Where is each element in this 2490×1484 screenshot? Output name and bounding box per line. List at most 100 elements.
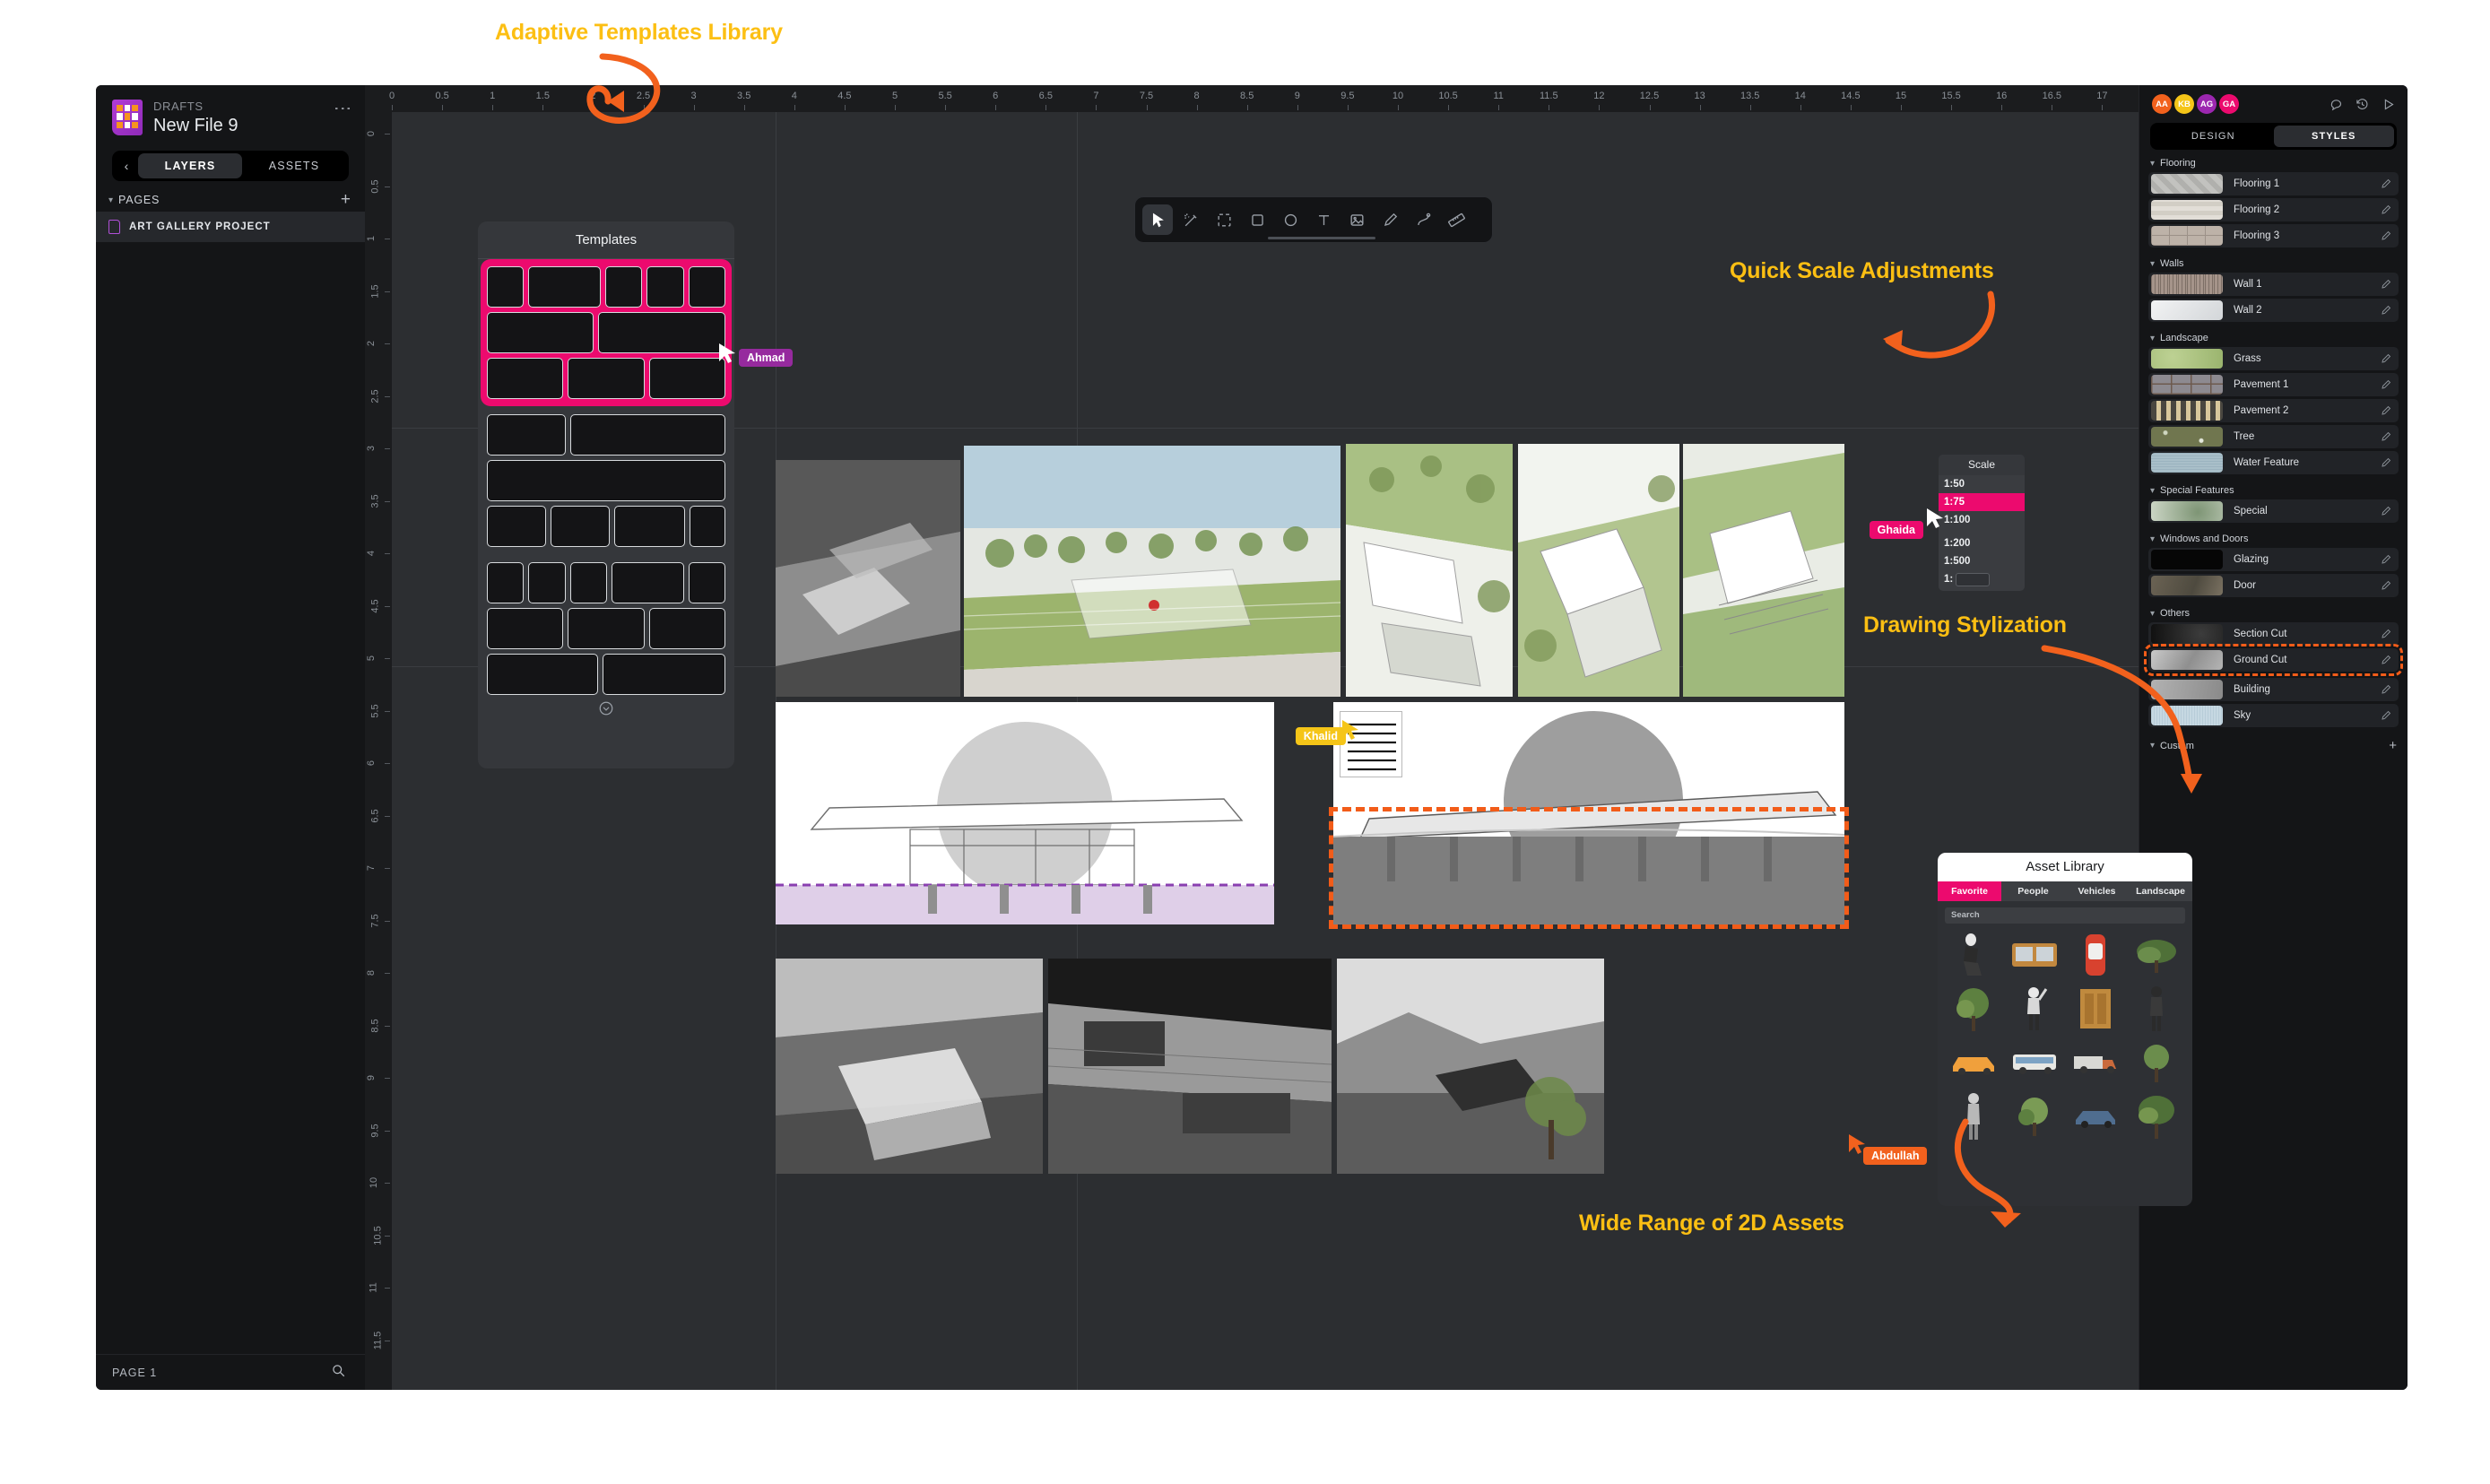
edit-pencil-icon[interactable] <box>2381 405 2391 416</box>
style-group-windows-doors[interactable]: ▾ Windows and Doors <box>2139 525 2408 548</box>
add-custom-style-button[interactable]: + <box>2389 738 2397 753</box>
asset-red-car[interactable] <box>2067 930 2124 980</box>
edit-pencil-icon[interactable] <box>2381 230 2391 241</box>
template-option-1[interactable] <box>481 259 732 406</box>
style-group-landscape[interactable]: ▾ Landscape <box>2139 325 2408 347</box>
edit-pencil-icon[interactable] <box>2381 684 2391 695</box>
scale-custom-input[interactable] <box>1956 572 1991 586</box>
cursor-tool[interactable] <box>1142 204 1173 235</box>
tab-styles[interactable]: STYLES <box>2273 126 2394 147</box>
asset-tab-vehicles[interactable]: Vehicles <box>2065 881 2129 901</box>
scale-custom-row[interactable]: 1: <box>1939 570 2025 591</box>
asset-person-standing[interactable] <box>2128 984 2185 1034</box>
edit-pencil-icon[interactable] <box>2381 279 2391 290</box>
asset-tab-favorite[interactable]: Favorite <box>1938 881 2001 901</box>
asset-sofa[interactable] <box>2006 930 2063 980</box>
avatar-ag[interactable]: AG <box>2197 94 2217 114</box>
artboard-photo-aerial[interactable] <box>776 959 1043 1174</box>
style-item-water-feature[interactable]: Water Feature <box>2148 451 2399 474</box>
templates-expand-button[interactable] <box>478 695 734 729</box>
edit-pencil-icon[interactable] <box>2381 629 2391 639</box>
artboard-aerial-bw[interactable] <box>776 460 960 697</box>
artboard-site-plan-green-1[interactable] <box>1346 444 1513 697</box>
artboard-site-plan-color[interactable] <box>964 446 1340 697</box>
style-item-door[interactable]: Door <box>2148 574 2399 597</box>
style-item-wall-1[interactable]: Wall 1 <box>2148 273 2399 296</box>
edit-pencil-icon[interactable] <box>2381 554 2391 565</box>
style-item-flooring-2[interactable]: Flooring 2 <box>2148 198 2399 221</box>
scale-option-1-200[interactable]: 1:200 <box>1939 534 2025 552</box>
style-item-flooring-1[interactable]: Flooring 1 <box>2148 172 2399 195</box>
asset-wood-door[interactable] <box>2067 984 2124 1034</box>
avatar-aa[interactable]: AA <box>2152 94 2172 114</box>
avatar-ga[interactable]: GA <box>2219 94 2239 114</box>
style-group-custom[interactable]: ▾ Custom + <box>2139 730 2408 757</box>
asset-shrub[interactable] <box>2006 1091 2063 1141</box>
style-group-others[interactable]: ▾ Others <box>2139 600 2408 622</box>
file-menu-button[interactable]: ⋮ <box>333 100 352 117</box>
artboard-section-left[interactable] <box>776 702 1274 924</box>
artboard-photo-interior[interactable] <box>1048 959 1332 1174</box>
horizontal-ruler[interactable]: 0 0.5 1 1.5 2 2.5 3 3.5 4 4.5 5 5.5 6 6.5 7 7.5 8 8.5 9 9.5… <box>365 85 2139 112</box>
artboard-site-plan-green-3[interactable] <box>1683 444 1844 697</box>
asset-truck[interactable] <box>2067 1037 2124 1088</box>
asset-person-sitting[interactable] <box>1945 930 2002 980</box>
history-icon[interactable] <box>2356 98 2369 111</box>
pencil-tool[interactable] <box>1375 204 1405 235</box>
vertical-ruler[interactable]: 0 0.5 1 1.5 2 2.5 3 3.5 4 4.5 5 5.5 6 6.5 7 7.5 8 8.5 9 9.5… <box>365 112 392 1390</box>
scale-option-1-500[interactable]: 1:500 <box>1939 552 2025 570</box>
image-tool[interactable] <box>1341 204 1372 235</box>
asset-orange-car[interactable] <box>1945 1037 2002 1088</box>
artboard-photo-landscape[interactable] <box>1337 959 1604 1174</box>
asset-search-input[interactable]: Search <box>1945 907 2185 924</box>
back-chevron-icon[interactable]: ‹ <box>115 159 138 173</box>
edit-pencil-icon[interactable] <box>2381 580 2391 591</box>
asset-tree-small[interactable] <box>2128 1037 2185 1088</box>
tab-assets[interactable]: ASSETS <box>242 153 346 178</box>
edit-pencil-icon[interactable] <box>2381 457 2391 468</box>
rectangle-tool[interactable] <box>1242 204 1272 235</box>
comment-icon[interactable] <box>2329 98 2343 111</box>
style-item-wall-2[interactable]: Wall 2 <box>2148 299 2399 322</box>
edit-pencil-icon[interactable] <box>2381 305 2391 316</box>
style-item-pavement-2[interactable]: Pavement 2 <box>2148 399 2399 422</box>
style-group-walls[interactable]: ▾ Walls <box>2139 250 2408 273</box>
edit-pencil-icon[interactable] <box>2381 353 2391 364</box>
add-page-button[interactable]: + <box>341 191 351 208</box>
play-icon[interactable] <box>2382 98 2395 111</box>
edit-pencil-icon[interactable] <box>2381 431 2391 442</box>
tab-layers[interactable]: LAYERS <box>138 153 242 178</box>
style-item-glazing[interactable]: Glazing <box>2148 548 2399 571</box>
style-item-special[interactable]: Special <box>2148 499 2399 523</box>
asset-person-walking[interactable] <box>1945 1091 2002 1141</box>
asset-tab-landscape[interactable]: Landscape <box>2129 881 2192 901</box>
scale-option-1-100[interactable]: 1:100 <box>1939 511 2025 529</box>
edit-pencil-icon[interactable] <box>2381 204 2391 215</box>
style-item-pavement-1[interactable]: Pavement 1 <box>2148 373 2399 396</box>
scale-option-1-50[interactable]: 1:50 <box>1939 475 2025 493</box>
template-option-2[interactable] <box>487 414 726 547</box>
style-item-grass[interactable]: Grass <box>2148 347 2399 370</box>
edit-pencil-icon[interactable] <box>2381 710 2391 721</box>
edit-pencil-icon[interactable] <box>2381 178 2391 189</box>
search-icon[interactable] <box>332 1364 345 1382</box>
edit-pencil-icon[interactable] <box>2381 655 2391 665</box>
page-item-art-gallery[interactable]: ART GALLERY PROJECT <box>96 212 365 242</box>
text-tool[interactable] <box>1308 204 1339 235</box>
ruler-tool[interactable] <box>1441 204 1471 235</box>
asset-tree-pine[interactable] <box>2128 930 2185 980</box>
ellipse-tool[interactable] <box>1275 204 1306 235</box>
pages-section-header[interactable]: ▾ PAGES + <box>96 181 365 212</box>
artboard-site-plan-green-2[interactable] <box>1518 444 1679 697</box>
asset-blue-car[interactable] <box>2067 1091 2124 1141</box>
style-item-section-cut[interactable]: Section Cut <box>2148 622 2399 646</box>
style-item-tree[interactable]: Tree <box>2148 425 2399 448</box>
style-item-flooring-3[interactable]: Flooring 3 <box>2148 224 2399 247</box>
style-group-special-features[interactable]: ▾ Special Features <box>2139 477 2408 499</box>
template-option-3[interactable] <box>487 562 725 695</box>
tab-design[interactable]: DESIGN <box>2153 126 2274 147</box>
style-item-building[interactable]: Building <box>2148 678 2399 701</box>
asset-tree-green[interactable] <box>1945 984 2002 1034</box>
frame-tool[interactable] <box>1209 204 1239 235</box>
style-group-flooring[interactable]: ▾ Flooring <box>2139 150 2408 172</box>
